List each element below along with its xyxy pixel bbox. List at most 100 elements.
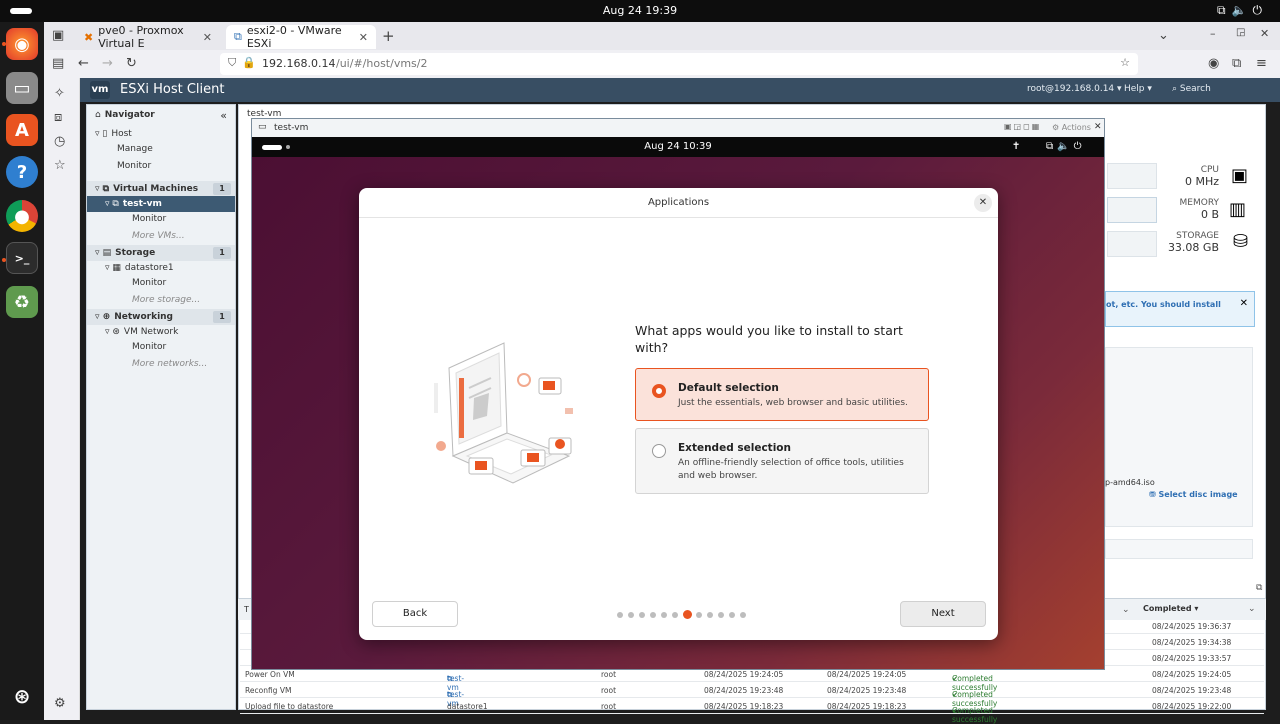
bookmarks-icon[interactable]: ☆ <box>54 158 66 173</box>
search-label: Search <box>1179 84 1211 94</box>
hardware-panel <box>1105 347 1253 527</box>
column-dropdown-icon[interactable]: ⌄ <box>1248 604 1256 614</box>
nav-datastore1[interactable]: ▿ ▦ datastore1 <box>87 260 235 276</box>
radio-extended[interactable] <box>652 444 666 458</box>
close-window-button[interactable]: ✕ <box>1260 27 1269 40</box>
storage-value: 33.08 GB <box>1167 241 1219 254</box>
column-dropdown-icon[interactable]: ⌄ <box>1122 605 1130 615</box>
completed-cell: 08/24/2025 19:36:37 <box>1152 622 1232 631</box>
actions-menu[interactable]: ⚙ Actions <box>1052 123 1091 132</box>
minimize-button[interactable]: – <box>1210 27 1216 40</box>
back-button[interactable]: Back <box>372 601 458 627</box>
tab-overview-icon[interactable]: ▣ <box>52 28 64 43</box>
gear-icon: ⚙ <box>1052 123 1062 132</box>
restore-button[interactable]: ◲ <box>1236 27 1245 38</box>
system-tray[interactable]: ⧉🔈⏻ <box>1217 3 1268 18</box>
collapse-icon[interactable]: « <box>220 109 227 122</box>
nav-datastore-monitor[interactable]: Monitor <box>87 275 235 291</box>
chrome-icon[interactable]: ● <box>6 200 38 232</box>
lock-icon[interactable]: 🔒 <box>242 56 256 69</box>
nav-label: More VMs... <box>132 231 185 241</box>
completed-cell: 08/24/2025 19:23:48 <box>1152 686 1232 695</box>
nav-storage[interactable]: ▿ ▤ Storage 1 <box>87 245 235 261</box>
tab-esxi[interactable]: ⧉ esxi2-0 - VMware ESXi ✕ <box>226 24 376 50</box>
nav-host-manage[interactable]: Manage <box>87 141 235 157</box>
nav-host-monitor[interactable]: Monitor <box>87 158 235 174</box>
nav-vm-test-vm[interactable]: ▿ ⧉ test-vm <box>87 196 235 212</box>
result-label: Completed successfully <box>952 706 998 724</box>
step-dot <box>639 612 645 618</box>
option-default-selection[interactable]: Default selection Just the essentials, w… <box>635 368 929 421</box>
shield-icon[interactable]: ⛉ <box>228 56 236 70</box>
notice-text: ot, etc. You should install <box>1106 300 1221 309</box>
select-disc-image-link[interactable]: ⛃ Select disc image <box>1149 490 1238 499</box>
firefox-icon[interactable]: ◉ <box>6 28 38 60</box>
initiator-cell: root <box>601 670 617 679</box>
nav-networking[interactable]: ▿ ⊕ Networking 1 <box>87 309 235 325</box>
trash-icon[interactable]: ♻ <box>6 286 38 318</box>
help-menu[interactable]: Help ▾ <box>1124 84 1152 94</box>
app-center-icon[interactable]: A <box>6 114 38 146</box>
laptop-illustration <box>434 342 573 484</box>
nav-vm-network[interactable]: ▿ ⊛ VM Network <box>87 324 235 340</box>
close-icon[interactable]: ✕ <box>1240 298 1248 309</box>
vm-count-badge: 1 <box>213 183 231 195</box>
system-clock[interactable]: Aug 24 19:39 <box>0 4 1280 17</box>
nav-more-storage[interactable]: More storage... <box>87 292 235 308</box>
next-button[interactable]: Next <box>900 601 986 627</box>
table-row[interactable]: Reconfig VM ⧉ test-vm root 08/24/2025 19… <box>240 682 1264 708</box>
actions-label: Actions <box>1061 123 1091 132</box>
search-icon: ⌕ <box>1172 84 1180 94</box>
synced-tabs-icon[interactable]: ⧈ <box>54 110 62 125</box>
account-icon[interactable]: ◉ <box>1208 56 1219 71</box>
completed-column-header[interactable]: Completed ▾ <box>1143 604 1198 613</box>
storage-count-badge: 1 <box>213 247 231 259</box>
nav-label: VM Network <box>123 327 179 337</box>
queued-cell: 08/24/2025 19:23:48 <box>704 686 784 695</box>
sidebar-toggle-icon[interactable]: ▤ <box>52 56 64 71</box>
nav-host[interactable]: ▿ ▯ Host <box>87 126 235 142</box>
vmware-icon: ⧉ <box>234 30 242 43</box>
radio-default[interactable] <box>652 384 666 398</box>
console-controls-icon[interactable]: ▣◲◻▦ <box>1004 122 1041 131</box>
close-tab-icon[interactable]: ✕ <box>203 31 212 44</box>
nav-more-networks[interactable]: More networks... <box>87 356 235 372</box>
files-icon[interactable]: ▭ <box>6 72 38 104</box>
customize-sidebar-icon[interactable]: ⚙ <box>54 696 66 711</box>
list-tabs-icon[interactable]: ⌄ <box>1158 28 1169 43</box>
menu-icon[interactable]: ≡ <box>1256 56 1267 71</box>
close-dialog-button[interactable]: ✕ <box>974 194 992 212</box>
maximize-tasks-icon[interactable]: ⧉ <box>1256 583 1262 593</box>
step-dot <box>617 612 623 618</box>
search-link[interactable]: ⌕ Search <box>1172 84 1211 94</box>
bookmark-star-icon[interactable]: ☆ <box>1120 56 1130 69</box>
history-icon[interactable]: ◷ <box>54 134 65 149</box>
nav-label: Monitor <box>117 161 152 171</box>
step-dot <box>628 612 634 618</box>
new-tab-button[interactable]: + <box>382 27 395 45</box>
forward-icon[interactable]: → <box>102 56 113 71</box>
extensions-icon[interactable]: ⧉ <box>1232 56 1241 71</box>
guest-clock[interactable]: Aug 24 10:39 <box>252 141 1104 152</box>
user-menu[interactable]: root@192.168.0.14 ▾ <box>1027 84 1122 94</box>
back-icon[interactable]: ← <box>78 56 89 71</box>
table-row[interactable]: Upload file to datastore datastore1 root… <box>240 698 1264 724</box>
terminal-icon[interactable]: >_ <box>6 242 38 274</box>
nav-vm-monitor[interactable]: Monitor <box>87 211 235 227</box>
close-console-icon[interactable]: ✕ <box>1094 122 1102 132</box>
reload-icon[interactable]: ↻ <box>126 56 137 71</box>
navigator-title: Navigator <box>104 110 155 120</box>
select-disc-label: Select disc image <box>1158 490 1238 499</box>
nav-virtual-machines[interactable]: ▿ ⧉ Virtual Machines 1 <box>87 181 235 197</box>
option-extended-selection[interactable]: Extended selection An offline-friendly s… <box>635 428 929 494</box>
tab-pve0[interactable]: ✖ pve0 - Proxmox Virtual E ✕ <box>76 24 220 50</box>
close-tab-icon[interactable]: ✕ <box>359 31 368 44</box>
help-icon[interactable]: ? <box>6 156 38 188</box>
ai-chatbot-icon[interactable]: ✧ <box>54 86 65 101</box>
guest-tray-icons[interactable]: ⧉🔈⏻ <box>1046 141 1086 152</box>
show-apps-icon[interactable]: ⊛ <box>6 680 38 712</box>
nav-network-monitor[interactable]: Monitor <box>87 339 235 355</box>
url-bar[interactable]: ⛉ 🔒 192.168.0.14/ui/#/host/vms/2 ☆ <box>220 53 1138 75</box>
accessibility-icon[interactable]: ✝ <box>1012 141 1020 152</box>
nav-more-vms[interactable]: More VMs... <box>87 228 235 244</box>
